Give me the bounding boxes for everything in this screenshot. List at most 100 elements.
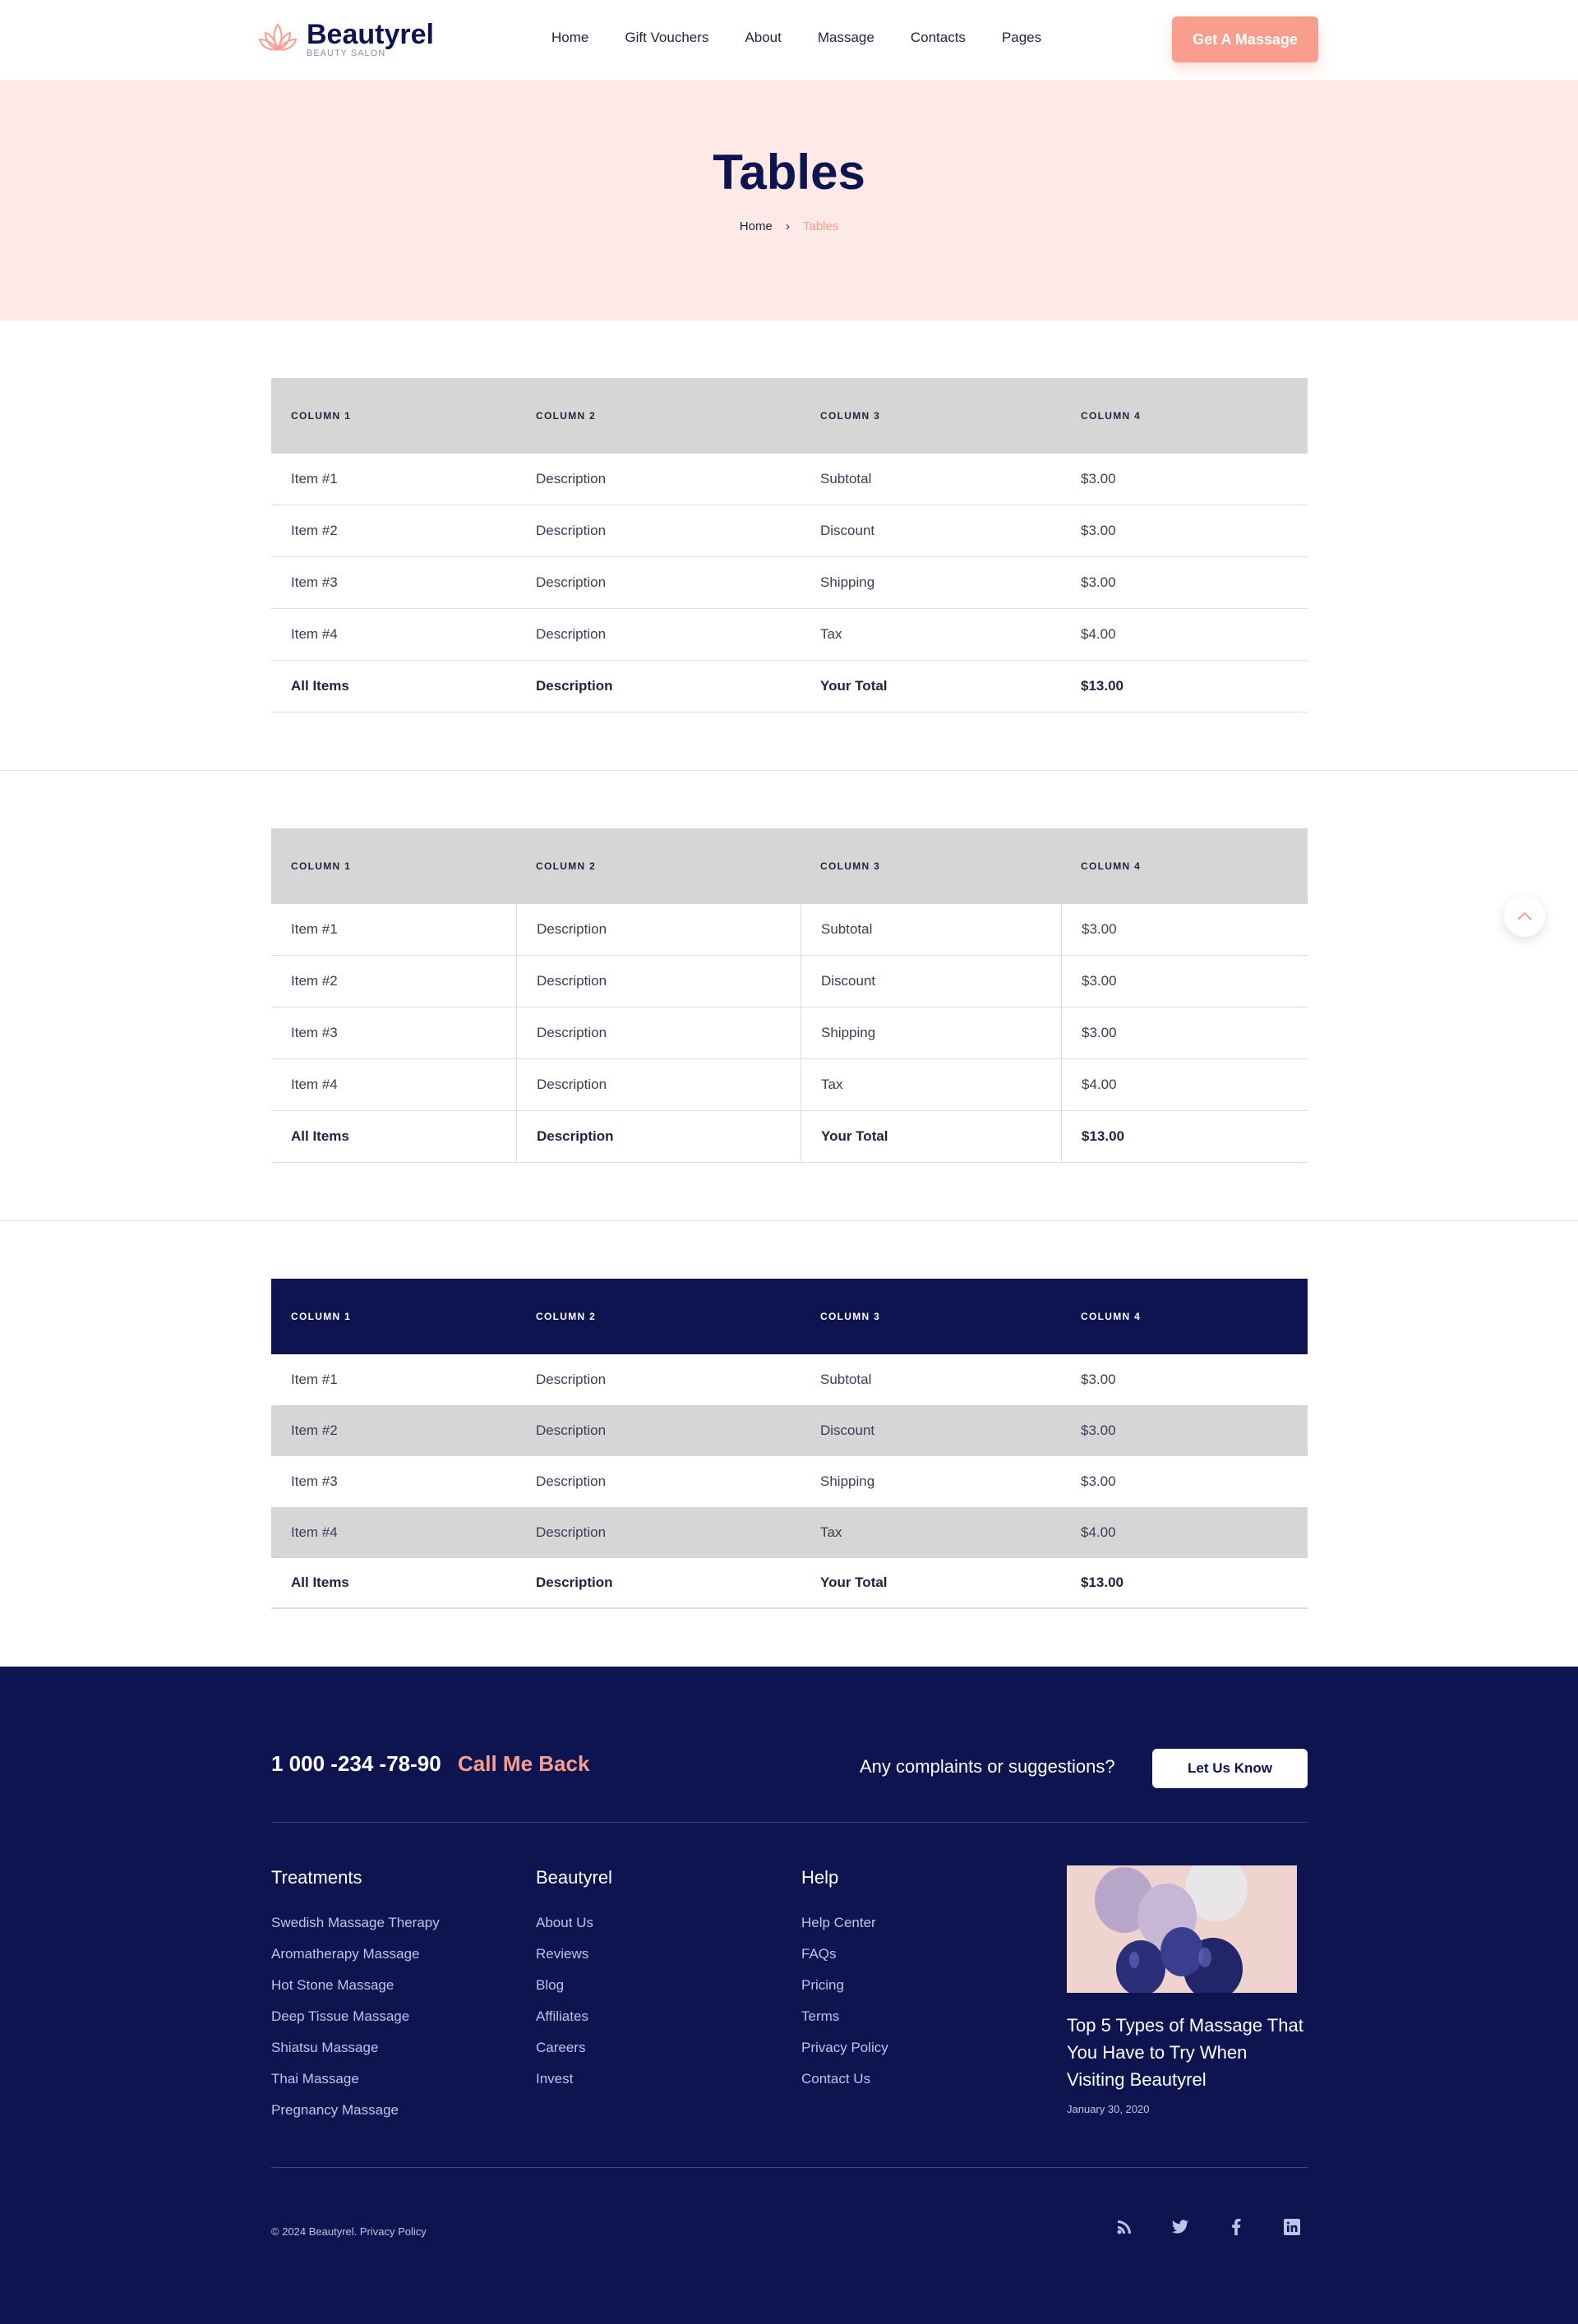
table-cell: Item #3 [291, 1473, 338, 1489]
footer-link[interactable]: FAQs [801, 1946, 888, 1977]
twitter-icon[interactable] [1170, 2217, 1190, 2237]
table-cell: $3.00 [1081, 1473, 1116, 1489]
table-cell: Your Total [820, 678, 888, 694]
table-cell: $13.00 [1081, 678, 1124, 694]
column-header: COLUMN 2 [536, 410, 597, 422]
table-cell: $3.00 [1081, 1372, 1116, 1387]
table-cell: Shipping [820, 574, 875, 590]
nav-about[interactable]: About [745, 30, 781, 46]
table-cell: Tax [820, 1524, 842, 1540]
table-header: COLUMN 1 COLUMN 2 COLUMN 3 COLUMN 4 [271, 828, 1308, 904]
table-cell: $3.00 [1061, 1008, 1308, 1058]
column-header: COLUMN 4 [1081, 410, 1142, 422]
get-a-massage-button[interactable]: Get A Massage [1172, 16, 1318, 62]
table-cell: Tax [820, 626, 842, 642]
social-links [1114, 2217, 1302, 2237]
table-cell: Discount [820, 523, 875, 538]
facebook-icon[interactable] [1226, 2217, 1246, 2237]
footer-link[interactable]: Careers [536, 2040, 612, 2071]
page-title: Tables [713, 145, 865, 200]
table-cell: Description [536, 1575, 613, 1590]
breadcrumb-home[interactable]: Home [740, 219, 773, 233]
let-us-know-button[interactable]: Let Us Know [1152, 1749, 1308, 1788]
column-header: COLUMN 3 [820, 410, 881, 422]
footer-link[interactable]: Hot Stone Massage [271, 1977, 440, 2008]
table-cell: Item #2 [291, 523, 338, 538]
footer-column-help: Help Help Center FAQs Pricing Terms Priv… [801, 1867, 888, 2102]
table-row: Item #4 Description Tax $4.00 [271, 609, 1308, 661]
footer-link[interactable]: Aromatherapy Massage [271, 1946, 440, 1977]
table-header: COLUMN 1 COLUMN 2 COLUMN 3 COLUMN 4 [271, 1279, 1308, 1354]
blog-post-image[interactable] [1067, 1865, 1297, 1993]
table-cell: Description [536, 523, 607, 538]
scroll-to-top-button[interactable] [1504, 896, 1545, 937]
logo[interactable]: Beautyrel BEAUTY SALON [257, 18, 434, 59]
table-cell: Your Total [820, 1575, 888, 1590]
table-row: Item #4 Description Tax $4.00 [271, 1507, 1308, 1558]
table-row: Item #2 Description Discount $3.00 [271, 1405, 1308, 1456]
table-cell: Item #4 [291, 1524, 338, 1540]
table-cell: Description [536, 1372, 607, 1387]
footer-column-title: Beautyrel [536, 1867, 612, 1888]
footer-link[interactable]: Privacy Policy [801, 2040, 888, 2071]
column-header: COLUMN 3 [820, 1311, 881, 1322]
column-header: COLUMN 2 [536, 860, 597, 872]
table-cell: Shipping [820, 1473, 875, 1489]
table-cell: Description [536, 678, 613, 694]
table-cell: $4.00 [1061, 1059, 1308, 1110]
table-cell: Item #3 [291, 574, 338, 590]
table-bordered: COLUMN 1 COLUMN 2 COLUMN 3 COLUMN 4 Item… [271, 828, 1308, 1163]
table-cell: All Items [291, 678, 349, 694]
footer-link[interactable]: Invest [536, 2071, 612, 2102]
complaints-text: Any complaints or suggestions? [860, 1756, 1115, 1777]
footer-phone[interactable]: 1 000 -234 -78-90 [271, 1751, 441, 1777]
table-cell: Item #2 [291, 1423, 338, 1438]
footer-link[interactable]: Reviews [536, 1946, 612, 1977]
blog-post-title[interactable]: Top 5 Types of Massage That You Have to … [1067, 2012, 1309, 2093]
footer-link[interactable]: Deep Tissue Massage [271, 2008, 440, 2040]
table-cell: Description [516, 956, 801, 1007]
table-cell: Subtotal [820, 471, 872, 486]
table-cell: $3.00 [1081, 471, 1116, 486]
footer-link[interactable]: About Us [536, 1915, 612, 1946]
table-cell: $3.00 [1081, 523, 1116, 538]
nav-pages[interactable]: Pages [1002, 30, 1041, 46]
rss-icon[interactable] [1114, 2217, 1134, 2237]
table-cell: Discount [801, 956, 1061, 1007]
chevron-up-icon [1517, 911, 1532, 920]
table-cell: Description [536, 574, 607, 590]
footer-link[interactable]: Terms [801, 2008, 888, 2040]
table-cell: $3.00 [1061, 956, 1308, 1007]
table-cell: Item #2 [291, 973, 338, 989]
table-cell: Description [516, 1008, 801, 1058]
column-header: COLUMN 1 [291, 410, 352, 422]
footer-link[interactable]: Shiatsu Massage [271, 2040, 440, 2071]
footer-link[interactable]: Swedish Massage Therapy [271, 1915, 440, 1946]
nav-home[interactable]: Home [551, 30, 588, 46]
table-cell: $4.00 [1081, 626, 1116, 642]
table-cell: Description [536, 471, 607, 486]
footer-link[interactable]: Help Center [801, 1915, 888, 1946]
footer-link[interactable]: Affiliates [536, 2008, 612, 2040]
table-cell: Item #4 [291, 626, 338, 642]
table-cell: Description [536, 1423, 607, 1438]
footer-link[interactable]: Contact Us [801, 2071, 888, 2102]
nav-contacts[interactable]: Contacts [911, 30, 966, 46]
table-cell: $3.00 [1081, 574, 1116, 590]
breadcrumb-current: Tables [802, 219, 839, 233]
table-cell: $3.00 [1061, 904, 1308, 955]
linkedin-icon[interactable] [1282, 2217, 1302, 2237]
table-cell: Subtotal [820, 1372, 872, 1387]
balloons-image [1067, 1865, 1297, 1993]
footer-link[interactable]: Pregnancy Massage [271, 2102, 440, 2133]
footer-link[interactable]: Thai Massage [271, 2071, 440, 2102]
table-cell: Item #4 [291, 1077, 338, 1092]
footer-link[interactable]: Pricing [801, 1977, 888, 2008]
nav-gift-vouchers[interactable]: Gift Vouchers [625, 30, 708, 46]
blog-post-date: January 30, 2020 [1067, 2103, 1150, 2115]
column-header: COLUMN 4 [1081, 1311, 1142, 1322]
footer-column-title: Help [801, 1867, 839, 1888]
call-me-back-link[interactable]: Call Me Back [458, 1751, 589, 1777]
nav-massage[interactable]: Massage [818, 30, 874, 46]
footer-link[interactable]: Blog [536, 1977, 612, 2008]
